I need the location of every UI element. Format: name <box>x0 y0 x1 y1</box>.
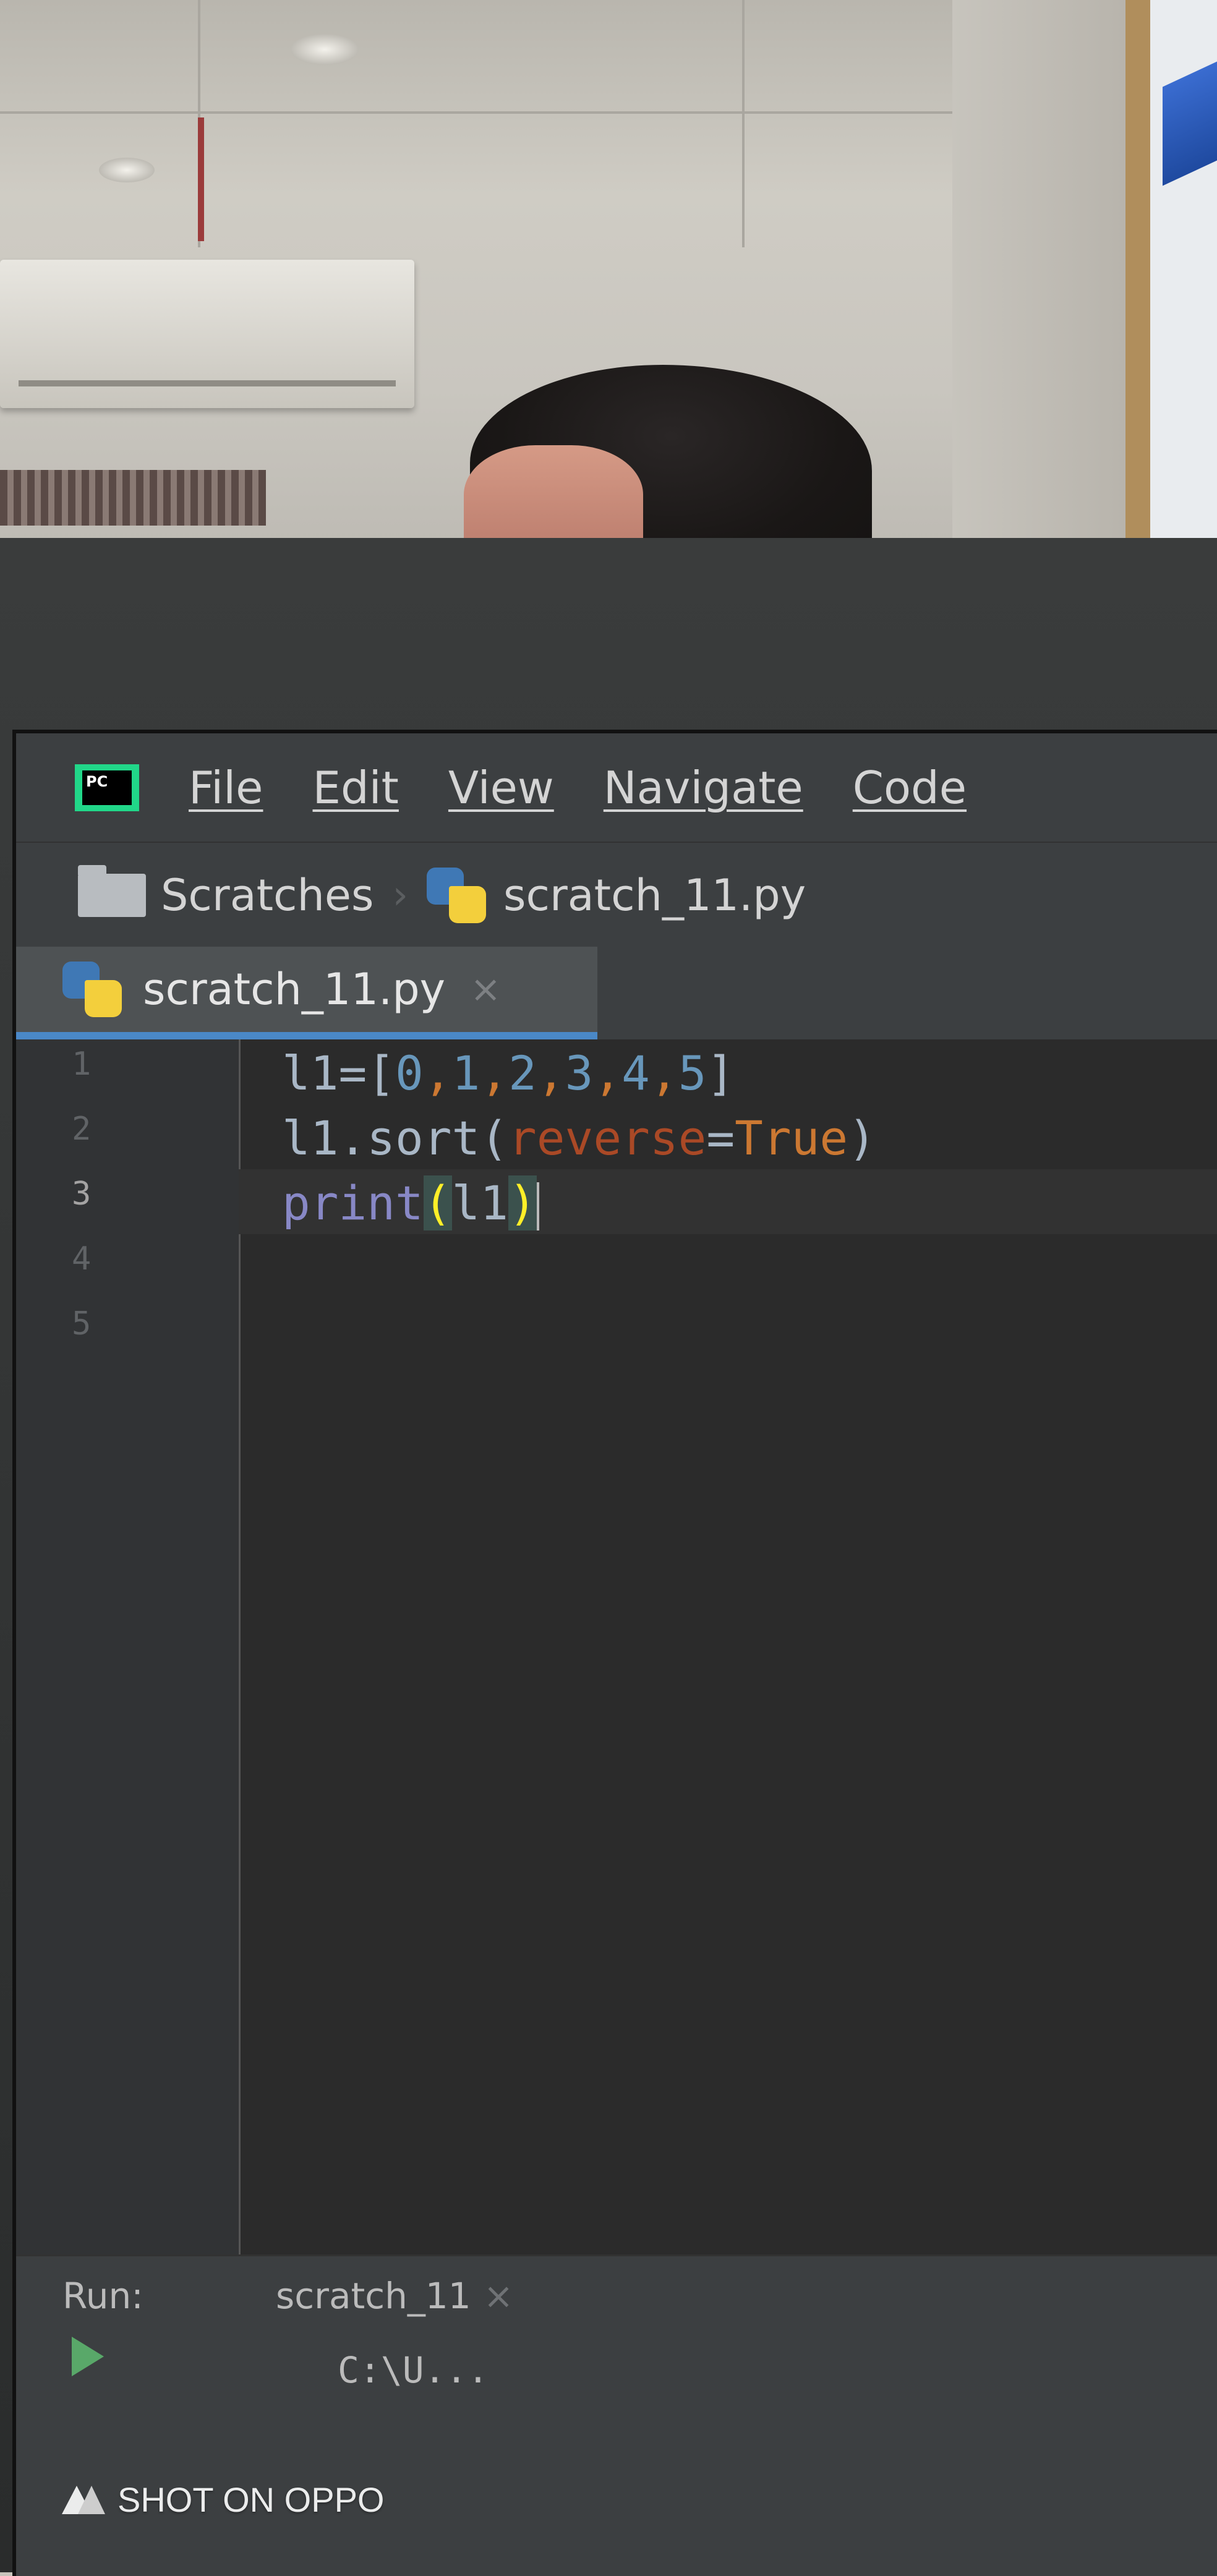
wall-pipe <box>198 117 204 241</box>
code-token: l1= <box>282 1046 367 1101</box>
code-number: 5 <box>678 1046 707 1101</box>
ceiling-grid-line <box>742 0 745 247</box>
code-token: = <box>706 1111 735 1166</box>
code-token: ] <box>706 1046 735 1101</box>
code-token: ) <box>848 1111 876 1166</box>
code-token: l1 <box>451 1175 509 1230</box>
code-bracket: ( <box>423 1175 452 1230</box>
code-bracket: ) <box>508 1175 537 1230</box>
menu-code[interactable]: Code <box>853 762 967 814</box>
menu-navigate[interactable]: Navigate <box>604 762 803 814</box>
python-file-icon <box>427 868 489 923</box>
menu-edit[interactable]: Edit <box>312 762 398 814</box>
tab-label: scratch_11.py <box>143 964 446 1015</box>
code-number: 1 <box>451 1046 480 1101</box>
menu-bar: PC File Edit View Navigate Code <box>16 733 1217 842</box>
code-line-2[interactable]: l1.sort(reverse=True) <box>282 1111 876 1166</box>
folder-icon <box>78 865 146 917</box>
breadcrumb-folder[interactable]: Scratches <box>161 870 374 921</box>
run-tab-label: scratch_11 <box>276 2275 471 2317</box>
line-number: 5 <box>72 1305 92 1342</box>
menu-view[interactable]: View <box>448 762 554 814</box>
close-icon[interactable]: × <box>484 2275 514 2317</box>
wall <box>952 0 1138 557</box>
code-builtin: print <box>282 1175 424 1230</box>
code-line-3[interactable]: print(l1) <box>282 1175 539 1230</box>
code-number: 3 <box>565 1046 594 1101</box>
tab-scratch-11[interactable]: scratch_11.py × <box>16 947 597 1039</box>
camera-logo-icon <box>62 2485 105 2514</box>
menu-file[interactable]: File <box>189 762 263 814</box>
breadcrumb: Scratches › scratch_11.py <box>16 842 1217 948</box>
line-number: 2 <box>72 1111 92 1148</box>
code-token: l1.sort( <box>282 1111 509 1166</box>
run-panel: Run: scratch_11 × C:\U... <box>16 2254 1217 2576</box>
play-icon[interactable] <box>72 2337 104 2376</box>
code-token: [ <box>367 1046 396 1101</box>
office-background <box>0 0 1217 569</box>
close-icon[interactable]: × <box>470 968 501 1011</box>
line-number: 1 <box>72 1046 92 1083</box>
run-tab[interactable]: scratch_11 × <box>276 2275 513 2317</box>
code-param: reverse <box>508 1111 707 1166</box>
pycharm-logo-icon: PC <box>75 764 139 811</box>
run-label: Run: <box>62 2275 143 2317</box>
run-output-path: C:\U... <box>338 2349 489 2391</box>
breadcrumb-file[interactable]: scratch_11.py <box>503 870 806 921</box>
ceiling-grid-line <box>0 111 952 114</box>
code-keyword: True <box>735 1111 848 1166</box>
code-number: 4 <box>621 1046 650 1101</box>
camera-watermark: SHOT ON OPPO <box>62 2480 384 2520</box>
line-number-active: 3 <box>72 1175 92 1213</box>
editor-tab-bar: scratch_11.py × <box>16 947 1217 1039</box>
text-caret <box>536 1182 539 1230</box>
ide-window: PC File Edit View Navigate Code Scratche… <box>12 730 1217 2576</box>
ceiling-light <box>291 34 359 65</box>
line-number: 4 <box>72 1240 92 1277</box>
code-number: 0 <box>395 1046 424 1101</box>
python-file-icon <box>62 962 124 1017</box>
code-number: 2 <box>508 1046 537 1101</box>
door-frame <box>1125 0 1150 557</box>
chevron-right-icon: › <box>392 872 409 918</box>
air-conditioner <box>0 260 414 408</box>
ceiling-light <box>99 158 155 182</box>
code-line-1[interactable]: l1=[0,1,2,3,4,5] <box>282 1046 735 1101</box>
watermark-text: SHOT ON OPPO <box>117 2480 385 2519</box>
window-blind <box>0 470 266 526</box>
